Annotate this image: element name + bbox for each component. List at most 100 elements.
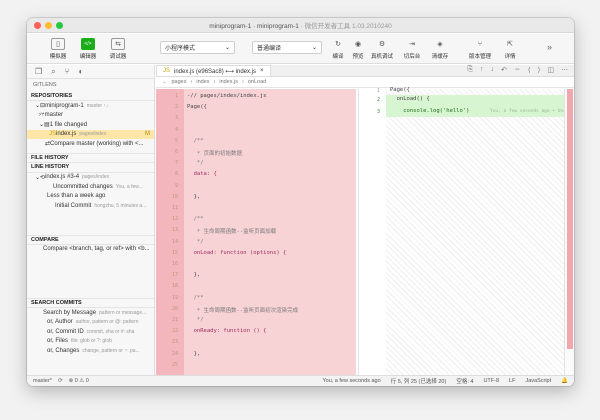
line-number: 9 — [174, 182, 178, 189]
editor-button[interactable]: </> 编辑器 — [75, 36, 101, 62]
search-files-row[interactable]: or, Files file: glob or ?: glob — [27, 337, 154, 347]
split-icon[interactable]: ◫ — [547, 66, 554, 74]
overview-ruler[interactable] — [564, 89, 574, 375]
original-pane[interactable]: 1 -// pages/index/index.js 2 Page({3 4 5 /** 6… — [156, 89, 356, 375]
notification-icon[interactable]: 🔔 — [561, 378, 568, 384]
repo-row[interactable]: ⌄ ⊟ miniprogram-1 master ↑↓ — [27, 101, 154, 111]
title-bar: miniprogram-1 · miniprogram-1 · 微信开发者工具 … — [27, 18, 574, 33]
cursor-position[interactable]: 行 5, 列 25 (已选择 20) — [391, 377, 447, 385]
changes-row[interactable]: ⌄ ▤ 1 file changed — [27, 120, 154, 130]
files-icon[interactable]: ❐ — [35, 67, 42, 76]
less-than-week-row[interactable]: Less than a week ago — [27, 192, 154, 202]
preview-button[interactable]: ◉ 预览 — [345, 36, 371, 62]
gitlens-icon[interactable]: ◐ — [78, 67, 83, 76]
compare-icon[interactable]: ⇔ — [514, 66, 521, 74]
file-history-header[interactable]: FILE HISTORY — [27, 152, 154, 163]
language-status[interactable]: JavaScript — [525, 378, 551, 384]
debugger-button[interactable]: ⇆ 调试器 — [105, 36, 131, 62]
clear-cache-button[interactable]: ◈ 清缓存 — [427, 36, 453, 62]
branch-status[interactable]: master* — [33, 378, 52, 384]
code-line[interactable]: onLoad: function (options) { — [187, 250, 287, 256]
background-button[interactable]: ⇥ 切后台 — [399, 36, 425, 62]
simulator-button[interactable]: ▯ 模拟器 — [45, 36, 71, 62]
line-number: 3 — [174, 115, 178, 122]
eye-icon: ◉ — [354, 41, 362, 48]
compare-row[interactable]: Compare <branch, tag, or ref> with <b... — [27, 245, 154, 255]
code-line[interactable]: * 生命周期函数--监听页面加载 — [187, 227, 276, 235]
crumb-file[interactable]: index.js — [219, 79, 238, 85]
line-history-header[interactable]: LINE HISTORY — [27, 163, 154, 173]
code-line[interactable]: */ — [187, 160, 204, 166]
search-changes-row[interactable]: or, Changes change, pattern or ~: pa... — [27, 346, 154, 356]
modified-gutter — [358, 89, 386, 375]
more-actions-icon[interactable]: ⋯ — [561, 66, 568, 74]
code-line[interactable]: * 生命周期函数--监听页面初次渲染完成 — [187, 306, 298, 314]
line-number: 10 — [171, 193, 178, 200]
branch-row[interactable]: › ⑂ master — [27, 111, 154, 121]
search-message-row[interactable]: Search by Message pattern or message... — [27, 308, 154, 318]
code-icon: </> — [81, 38, 95, 50]
mode-select[interactable]: 小程序模式 ⌄ — [160, 41, 235, 54]
code-line[interactable]: * 页面的初始数据 — [187, 149, 242, 157]
code-line[interactable]: /** — [187, 295, 204, 301]
crumb-function[interactable]: onLoad — [248, 79, 266, 85]
details-icon: ⇱ — [507, 41, 513, 48]
next-change-icon[interactable]: ⟩ — [538, 66, 541, 74]
open-file-icon[interactable]: ⎘ — [467, 66, 473, 74]
uncommitted-row[interactable]: Uncommitted changes You, a few... — [27, 182, 154, 192]
eol-status[interactable]: LF — [509, 378, 515, 384]
repositories-header[interactable]: REPOSITORIES — [27, 91, 154, 101]
more-icon[interactable]: » — [547, 42, 552, 52]
search-commits-header[interactable]: SEARCH COMMITS — [27, 298, 154, 308]
compare-header[interactable]: COMPARE — [27, 234, 154, 245]
line-number: 5 — [174, 137, 178, 144]
code-line[interactable]: }, — [187, 351, 201, 357]
code-line[interactable]: */ — [187, 239, 204, 245]
search-commit-id-row[interactable]: or, Commit ID commit, sha or #: sha — [27, 327, 154, 337]
compare-working-row[interactable]: ⇄ Compare master (working) with <... — [27, 139, 154, 149]
sync-icon[interactable]: ⟳ — [58, 378, 63, 384]
close-icon[interactable]: × — [260, 68, 264, 74]
code-line[interactable]: onLoad() { — [390, 96, 430, 102]
problems-status[interactable]: ⊗ 0 ⚠ 0 — [69, 378, 89, 384]
line-number: 6 — [174, 149, 178, 155]
modified-pane[interactable]: 1 Page({2 onLoad() {3 console.log('hello'… — [377, 87, 574, 375]
crumb-index[interactable]: index — [196, 79, 209, 85]
search-author-row[interactable]: or, Author author, pattern or @: pattern — [27, 318, 154, 328]
search-icon[interactable]: ⌕ — [51, 67, 55, 77]
encoding-status[interactable]: UTF-8 — [483, 378, 499, 384]
prev-change-icon[interactable]: ⟨ — [528, 66, 531, 74]
tab-diff[interactable]: JS index.js (e96Sac8) ⟷ index.js × — [156, 65, 271, 76]
crumb-pages[interactable]: pages — [172, 79, 187, 85]
up-arrow-icon[interactable]: ↑ — [480, 66, 484, 74]
code-line[interactable]: Page({ — [187, 104, 207, 110]
clear-cache-icon: ◈ — [437, 41, 443, 48]
code-line[interactable]: /** — [187, 216, 204, 222]
code-line[interactable]: console.log('hello') — [390, 108, 469, 114]
blame-status[interactable]: You, a few seconds ago — [322, 378, 380, 384]
code-line[interactable]: }, — [187, 194, 201, 200]
version-button[interactable]: ⑂ 版本管理 — [467, 36, 493, 62]
code-line[interactable]: data: { — [187, 171, 217, 177]
back-icon[interactable]: ← — [162, 79, 168, 85]
details-button[interactable]: ⇱ 详情 — [497, 36, 523, 62]
debug-icon: ⇆ — [111, 38, 125, 50]
initial-commit-row[interactable]: Initial Commit hongzhu, 5 minutes a... — [27, 201, 154, 211]
remote-debug-button[interactable]: ⚙ 真机调试 — [369, 36, 395, 62]
code-line[interactable]: */ — [187, 317, 204, 323]
back-icon[interactable]: ↶ — [501, 66, 507, 74]
code-line[interactable]: Page({ — [390, 87, 410, 93]
changed-file-row[interactable]: JS index.js pages/index M — [27, 129, 154, 139]
code-line[interactable]: /** — [187, 138, 204, 144]
down-arrow-icon[interactable]: ↓ — [491, 66, 495, 74]
line-number: 3 — [376, 109, 380, 115]
indent-status[interactable]: 空格: 4 — [456, 377, 473, 385]
line-history-item[interactable]: ⌄ ⟲ index.js #3-4 pages/index — [27, 173, 154, 183]
code-line[interactable]: -// pages/index/index.js — [187, 93, 266, 99]
source-control-icon[interactable]: ⑂ — [65, 67, 70, 76]
code-line[interactable]: onReady: function () { — [187, 328, 267, 334]
code-line[interactable]: }, — [187, 272, 201, 278]
phone-icon: ▯ — [51, 38, 65, 50]
activity-icons: ❐ ⌕ ⑂ ◐ — [27, 65, 154, 79]
compile-select[interactable]: 普通编译 ⌄ — [252, 41, 322, 54]
